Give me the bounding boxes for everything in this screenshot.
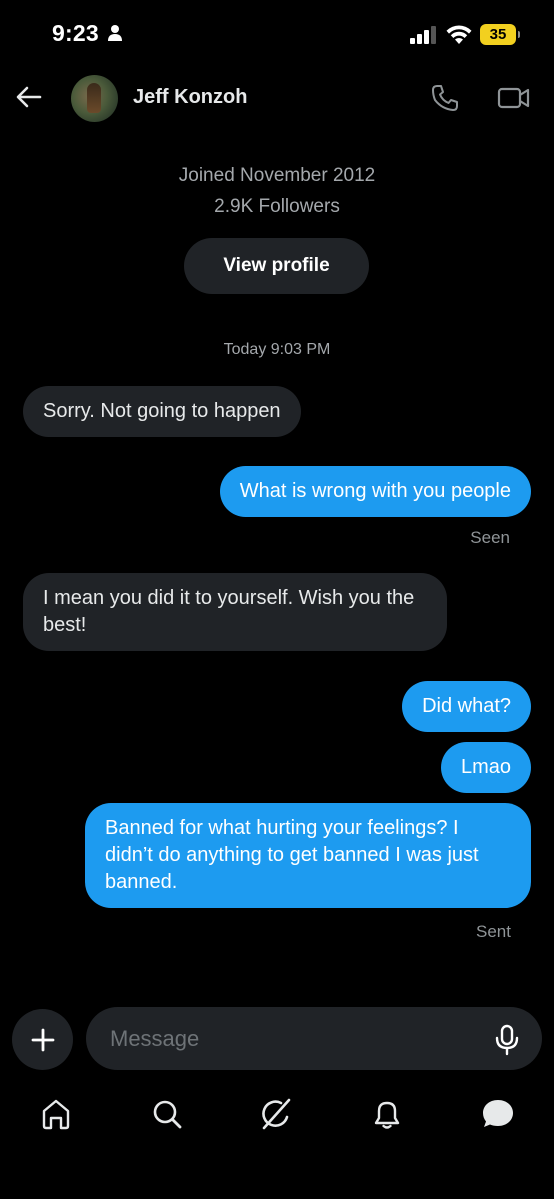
messages-icon <box>483 1100 513 1127</box>
status-bar-time: 9:23 <box>52 20 123 47</box>
nav-notifications[interactable] <box>369 1096 405 1132</box>
seen-status: Seen <box>470 528 510 547</box>
nav-grok[interactable] <box>258 1096 294 1132</box>
avatar[interactable] <box>71 75 118 122</box>
battery-indicator: 35 <box>480 24 520 45</box>
grok-icon <box>262 1098 291 1130</box>
message-bubble-sent[interactable]: Lmao <box>440 742 531 793</box>
wifi-icon <box>446 25 472 44</box>
call-button[interactable] <box>430 83 460 118</box>
person-icon <box>108 25 123 41</box>
conversation-title[interactable]: Jeff Konzoh <box>133 86 247 109</box>
cellular-signal-icon <box>410 25 436 44</box>
sent-status: Sent <box>476 922 511 941</box>
followers-count: 2.9K Followers <box>214 196 340 217</box>
message-bubble-sent[interactable]: Banned for what hurting your feelings? I… <box>85 803 531 908</box>
arrow-left-icon <box>16 86 42 108</box>
phone-icon <box>432 85 458 111</box>
bell-icon <box>374 1101 400 1129</box>
message-bubble-received[interactable]: Sorry. Not going to happen <box>23 386 301 437</box>
video-icon <box>497 87 530 109</box>
microphone-icon <box>495 1024 519 1056</box>
add-media-button[interactable] <box>12 1009 73 1070</box>
voice-message-button[interactable] <box>494 1024 520 1061</box>
nav-search[interactable] <box>149 1096 185 1132</box>
back-button[interactable] <box>14 82 44 117</box>
avatar-image <box>87 83 101 113</box>
status-indicators: 35 <box>410 24 520 45</box>
video-call-button[interactable] <box>497 84 531 117</box>
joined-date: Joined November 2012 <box>178 165 376 186</box>
plus-icon <box>31 1028 54 1051</box>
message-bubble-sent[interactable]: What is wrong with you people <box>219 466 531 517</box>
view-profile-button[interactable]: View profile <box>184 238 369 294</box>
message-bubble-sent[interactable]: Did what? <box>402 681 531 732</box>
home-icon <box>42 1099 70 1130</box>
nav-home[interactable] <box>38 1096 74 1132</box>
nav-messages[interactable] <box>480 1096 516 1132</box>
message-timestamp: Today 9:03 PM <box>223 341 331 358</box>
message-composer[interactable] <box>86 1007 542 1070</box>
message-bubble-received[interactable]: I mean you did it to yourself. Wish you … <box>23 573 447 651</box>
message-input[interactable] <box>108 1021 482 1057</box>
search-icon <box>153 1100 182 1129</box>
